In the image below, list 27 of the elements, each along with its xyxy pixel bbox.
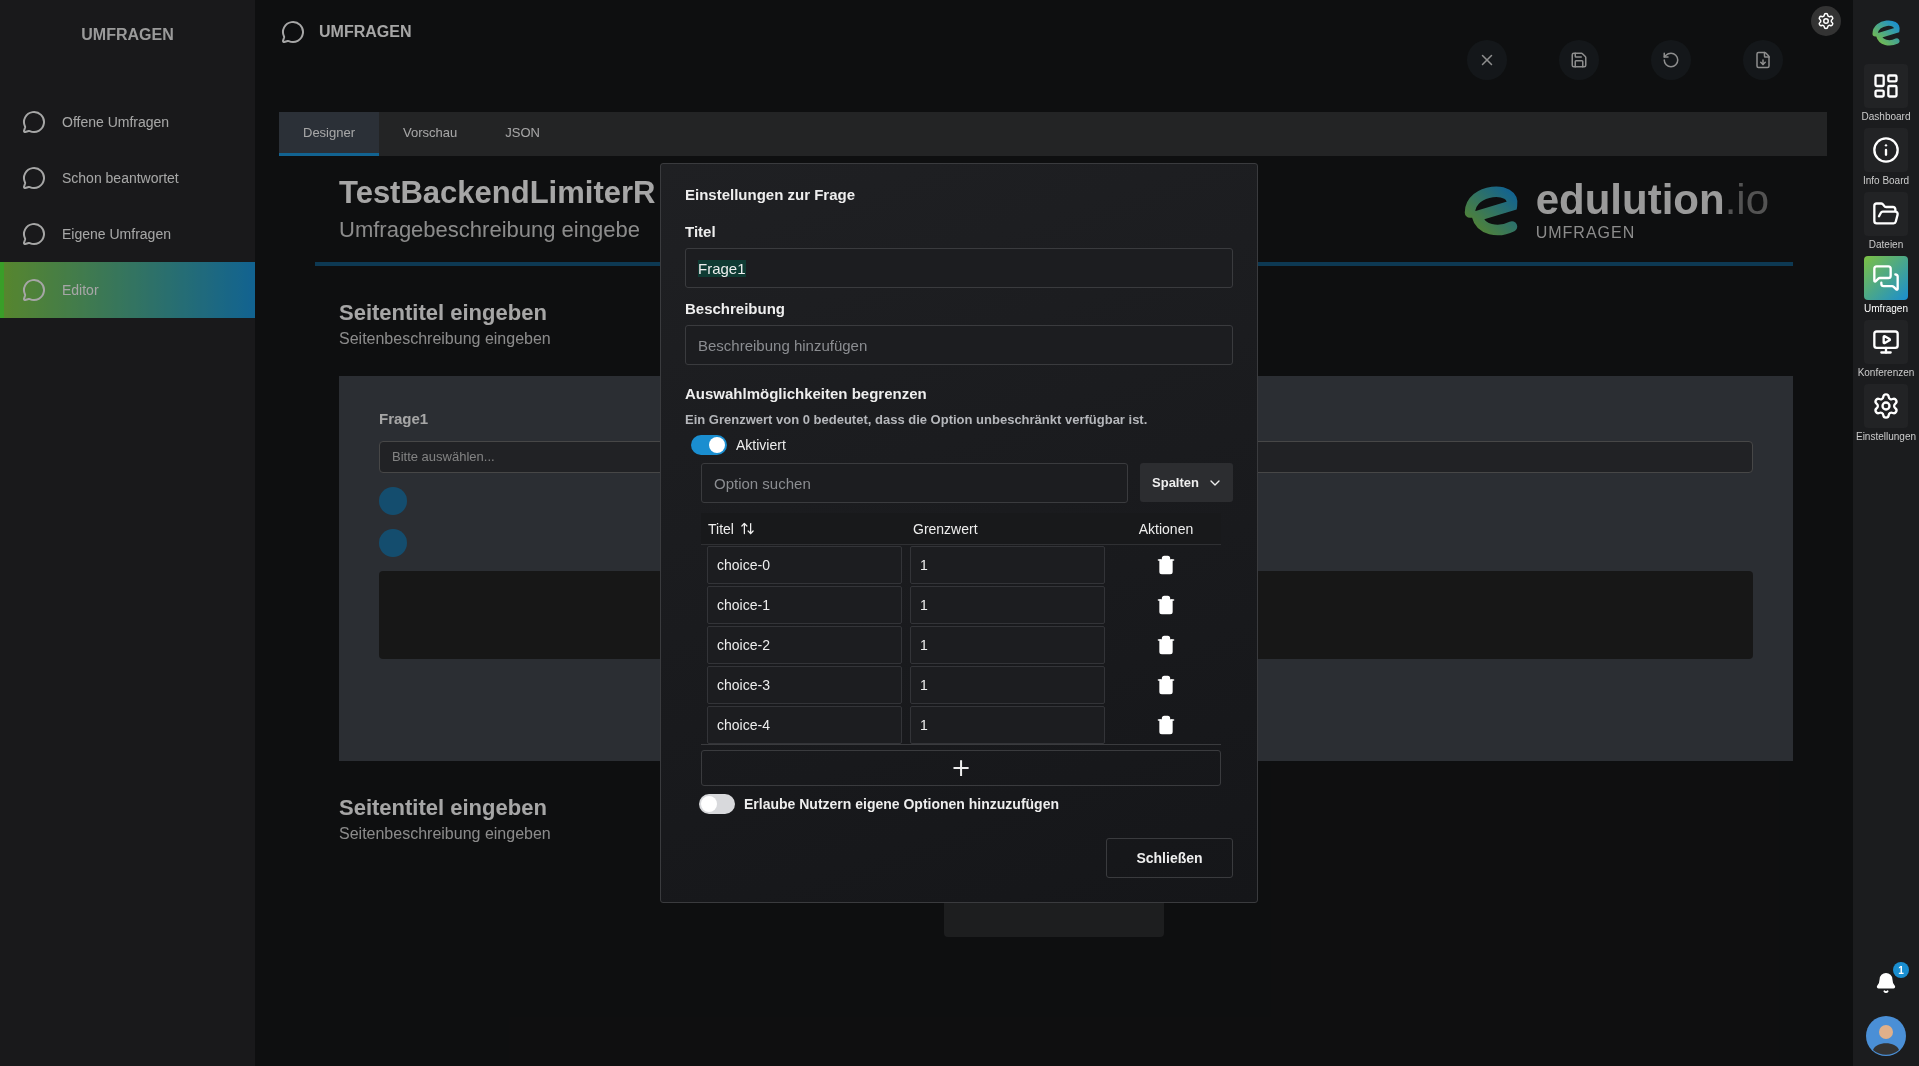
question-title: Frage1 xyxy=(379,410,429,427)
logo-subtitle: UMFRAGEN xyxy=(1535,224,1636,242)
app-label: Dashboard xyxy=(1861,111,1911,122)
survey-description: Umfragebeschreibung eingebe xyxy=(339,217,640,243)
app-label: Info Board xyxy=(1862,175,1910,186)
page-heading: Seitentitel eingeben xyxy=(339,795,547,821)
app-label: Dateien xyxy=(1868,239,1904,250)
app-label: Konferenzen xyxy=(1857,367,1915,378)
section-heading: Auswahlmöglichkeiten begrenzen xyxy=(685,385,928,402)
survey-title: TestBackendLimiterR xyxy=(339,175,656,211)
info-text: Ein Grenzwert von 0 bedeutet, dass die Option unbeschränkt verfügbar ist. xyxy=(685,412,1149,427)
app-label: Umfragen xyxy=(1864,303,1908,314)
page-title: UMFRAGEN xyxy=(319,23,412,41)
field-label: Titel xyxy=(685,223,717,240)
logo-text: edulution.io xyxy=(1535,176,1769,224)
page-heading: Seitentitel eingeben xyxy=(339,300,547,326)
column-header: Grenzwert xyxy=(913,520,978,537)
dialog-title: Einstellungen zur Frage xyxy=(685,186,857,203)
page-description: Seitenbeschreibung eingeben xyxy=(339,825,551,843)
notification-badge: 1 xyxy=(1893,962,1909,978)
toggle-label: Erlaube Nutzern eigene Optionen hinzuzufügen xyxy=(744,796,1059,812)
app-label: Einstellungen xyxy=(1855,431,1916,442)
field-label: Beschreibung xyxy=(685,300,787,317)
toggle-label: Aktiviert xyxy=(736,437,786,453)
sidebar-title: UMFRAGEN xyxy=(81,26,174,44)
page-description: Seitenbeschreibung eingeben xyxy=(339,330,551,348)
column-header: Aktionen xyxy=(1138,520,1194,537)
